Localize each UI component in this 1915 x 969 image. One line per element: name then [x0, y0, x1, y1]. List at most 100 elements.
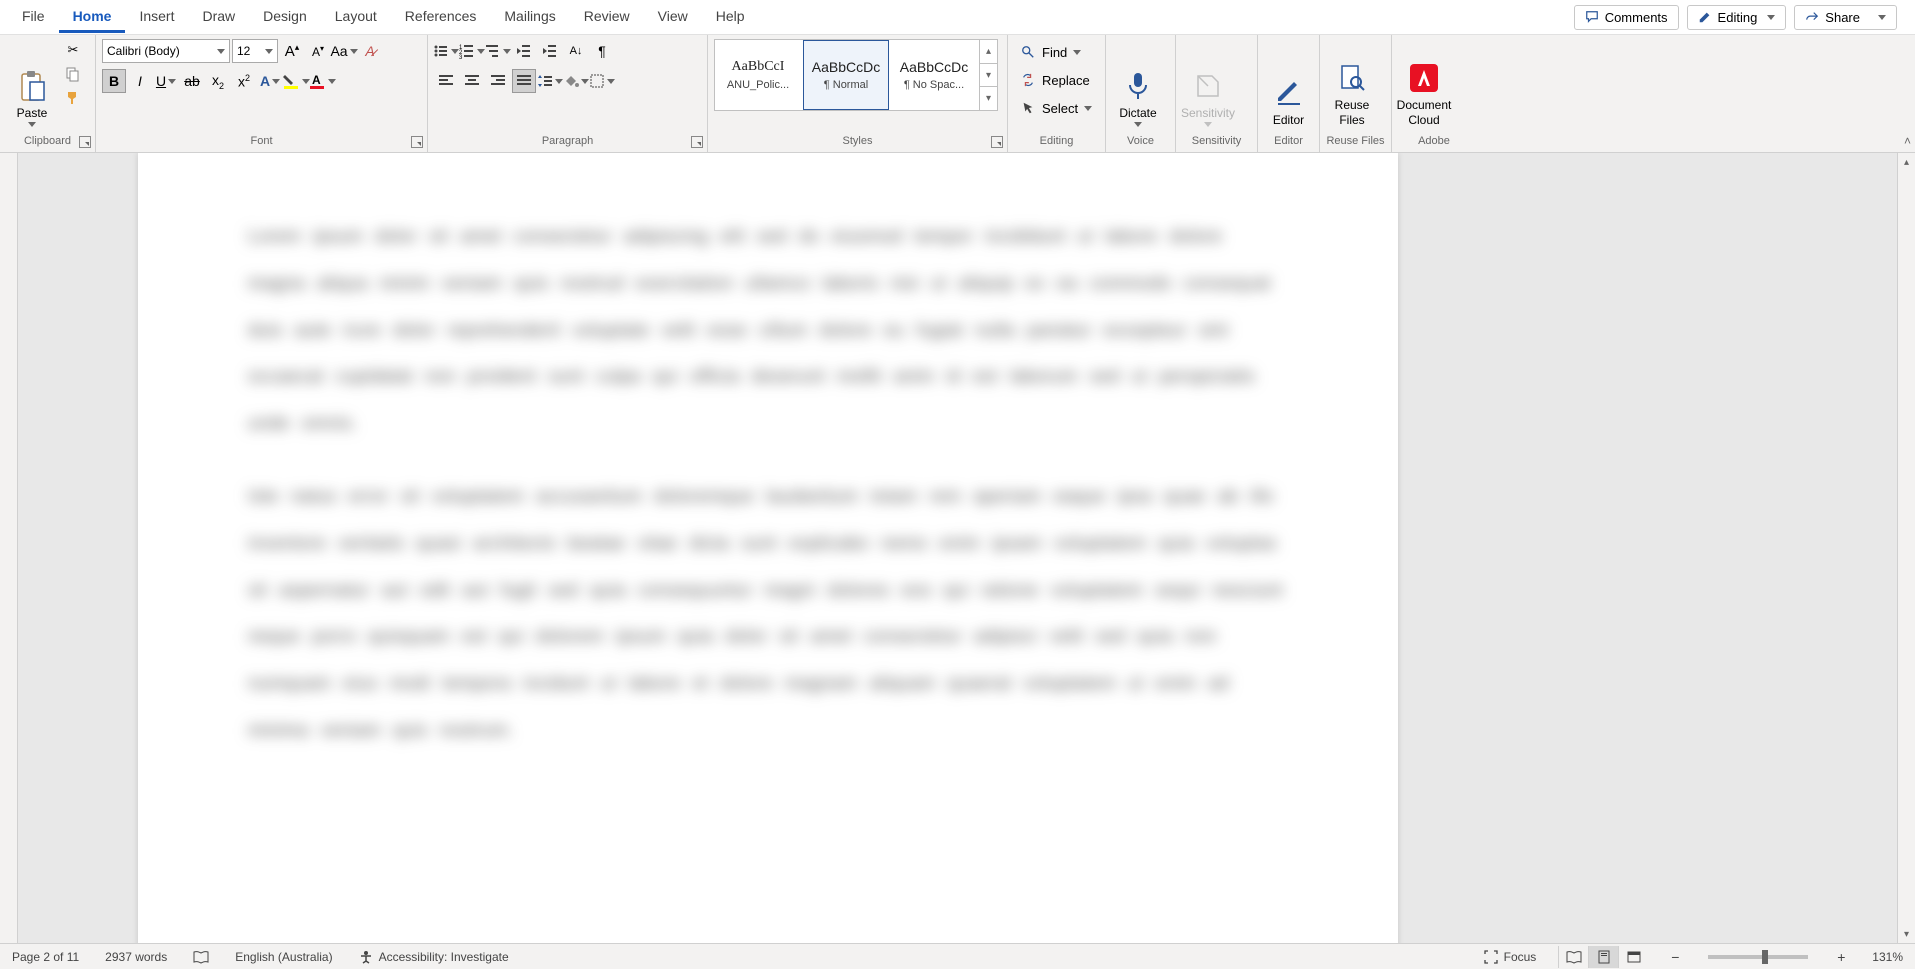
share-button[interactable]: Share	[1794, 5, 1897, 30]
editing-mode-button[interactable]: Editing	[1687, 5, 1787, 30]
find-button[interactable]: Find	[1014, 39, 1087, 65]
align-left-button[interactable]	[434, 69, 458, 93]
clear-formatting-button[interactable]: A̷	[358, 39, 382, 63]
superscript-icon: x2	[238, 73, 250, 90]
cut-button[interactable]: ✂	[62, 39, 84, 61]
align-right-icon	[490, 73, 506, 89]
font-launcher[interactable]	[411, 136, 423, 148]
justify-icon	[516, 73, 532, 89]
align-center-button[interactable]	[460, 69, 484, 93]
superscript-button[interactable]: x2	[232, 69, 256, 93]
tab-mailings[interactable]: Mailings	[490, 2, 569, 33]
borders-button[interactable]	[590, 69, 614, 93]
highlight-button[interactable]	[284, 69, 308, 93]
pencil-icon	[1698, 10, 1712, 24]
focus-label: Focus	[1504, 950, 1537, 964]
justify-button[interactable]	[512, 69, 536, 93]
tab-references[interactable]: References	[391, 2, 491, 33]
subscript-button[interactable]: x2	[206, 69, 230, 93]
underline-button[interactable]: U	[154, 69, 178, 93]
zoom-out-button[interactable]: −	[1666, 948, 1684, 966]
collapse-ribbon-button[interactable]: ˄	[1904, 134, 1911, 148]
group-font: Calibri (Body) 12 A▴ A▾ Aa A̷ B I U ab x…	[96, 35, 428, 152]
clipboard-launcher[interactable]	[79, 136, 91, 148]
multilevel-button[interactable]	[486, 39, 510, 63]
chevron-down-icon	[28, 122, 36, 127]
focus-mode-button[interactable]: Focus	[1480, 950, 1541, 964]
scroll-track[interactable]	[1898, 171, 1915, 925]
print-layout-button[interactable]	[1588, 946, 1618, 968]
text-effects-button[interactable]: A	[258, 69, 282, 93]
decrease-indent-button[interactable]	[512, 39, 536, 63]
tab-insert[interactable]: Insert	[125, 2, 188, 33]
accessibility-status[interactable]: Accessibility: Investigate	[355, 950, 513, 964]
dictate-button[interactable]: Dictate	[1112, 39, 1164, 129]
scroll-down-button[interactable]: ▾	[1898, 925, 1915, 943]
gallery-down[interactable]: ▾	[980, 63, 997, 87]
comments-button[interactable]: Comments	[1574, 5, 1679, 30]
font-name-combo[interactable]: Calibri (Body)	[102, 39, 230, 63]
line-spacing-button[interactable]	[538, 69, 562, 93]
voice-group-label: Voice	[1112, 133, 1169, 150]
increase-font-button[interactable]: A▴	[280, 39, 304, 63]
zoom-slider[interactable]	[1708, 955, 1808, 959]
tab-draw[interactable]: Draw	[188, 2, 249, 33]
format-painter-button[interactable]	[62, 87, 84, 109]
group-adobe: Document Cloud Adobe	[1392, 35, 1476, 152]
increase-indent-button[interactable]	[538, 39, 562, 63]
spell-check-status[interactable]	[189, 950, 213, 964]
replace-button[interactable]: Replace	[1014, 67, 1096, 93]
style-anu-policy[interactable]: AaBbCcI ANU_Polic...	[715, 40, 801, 110]
chevron-down-icon	[1073, 50, 1081, 55]
sensitivity-button[interactable]: Sensitivity	[1182, 39, 1234, 129]
paste-button[interactable]: Paste	[6, 39, 58, 129]
sort-button[interactable]: A↓	[564, 39, 588, 63]
tab-review[interactable]: Review	[570, 2, 644, 33]
show-marks-button[interactable]: ¶	[590, 39, 614, 63]
copy-button[interactable]	[62, 63, 84, 85]
reuse-files-button[interactable]: Reuse Files	[1326, 39, 1378, 129]
zoom-thumb[interactable]	[1762, 950, 1768, 964]
gallery-up[interactable]: ▴	[980, 40, 997, 63]
vertical-scrollbar[interactable]: ▴ ▾	[1897, 153, 1915, 943]
zoom-level[interactable]: 131%	[1868, 950, 1907, 964]
scroll-up-button[interactable]: ▴	[1898, 153, 1915, 171]
italic-button[interactable]: I	[128, 69, 152, 93]
language-status[interactable]: English (Australia)	[231, 950, 336, 964]
page-number-status[interactable]: Page 2 of 11	[8, 950, 83, 964]
select-label: Select	[1042, 101, 1078, 116]
select-button[interactable]: Select	[1014, 95, 1098, 121]
style-normal[interactable]: AaBbCcDc ¶ Normal	[803, 40, 889, 110]
document-page[interactable]: Lorem ipsum dolor sit amet consectetur a…	[138, 153, 1398, 943]
zoom-in-button[interactable]: +	[1832, 948, 1850, 966]
web-layout-button[interactable]	[1618, 946, 1648, 968]
editor-button[interactable]: Editor	[1264, 39, 1313, 129]
document-body-text: Lorem ipsum dolor sit amet consectetur a…	[138, 153, 1398, 840]
bullets-button[interactable]	[434, 39, 458, 63]
tab-home[interactable]: Home	[59, 2, 126, 33]
tab-design[interactable]: Design	[249, 2, 321, 33]
document-cloud-button[interactable]: Document Cloud	[1398, 39, 1450, 129]
tab-help[interactable]: Help	[702, 2, 759, 33]
read-mode-button[interactable]	[1558, 946, 1588, 968]
numbering-button[interactable]: 123	[460, 39, 484, 63]
font-color-button[interactable]: A	[310, 69, 334, 93]
decrease-font-button[interactable]: A▾	[306, 39, 330, 63]
chevron-down-icon	[350, 49, 358, 54]
align-right-button[interactable]	[486, 69, 510, 93]
word-count-status[interactable]: 2937 words	[101, 950, 171, 964]
outdent-icon	[516, 43, 532, 59]
font-size-combo[interactable]: 12	[232, 39, 278, 63]
change-case-button[interactable]: Aa	[332, 39, 356, 63]
style-no-spacing[interactable]: AaBbCcDc ¶ No Spac...	[891, 40, 977, 110]
strikethrough-button[interactable]: ab	[180, 69, 204, 93]
gallery-more[interactable]: ▾	[980, 86, 997, 110]
comments-label: Comments	[1605, 10, 1668, 25]
tab-view[interactable]: View	[644, 2, 702, 33]
styles-launcher[interactable]	[991, 136, 1003, 148]
tab-layout[interactable]: Layout	[321, 2, 391, 33]
bold-button[interactable]: B	[102, 69, 126, 93]
tab-file[interactable]: File	[8, 2, 59, 33]
shading-button[interactable]	[564, 69, 588, 93]
paragraph-launcher[interactable]	[691, 136, 703, 148]
